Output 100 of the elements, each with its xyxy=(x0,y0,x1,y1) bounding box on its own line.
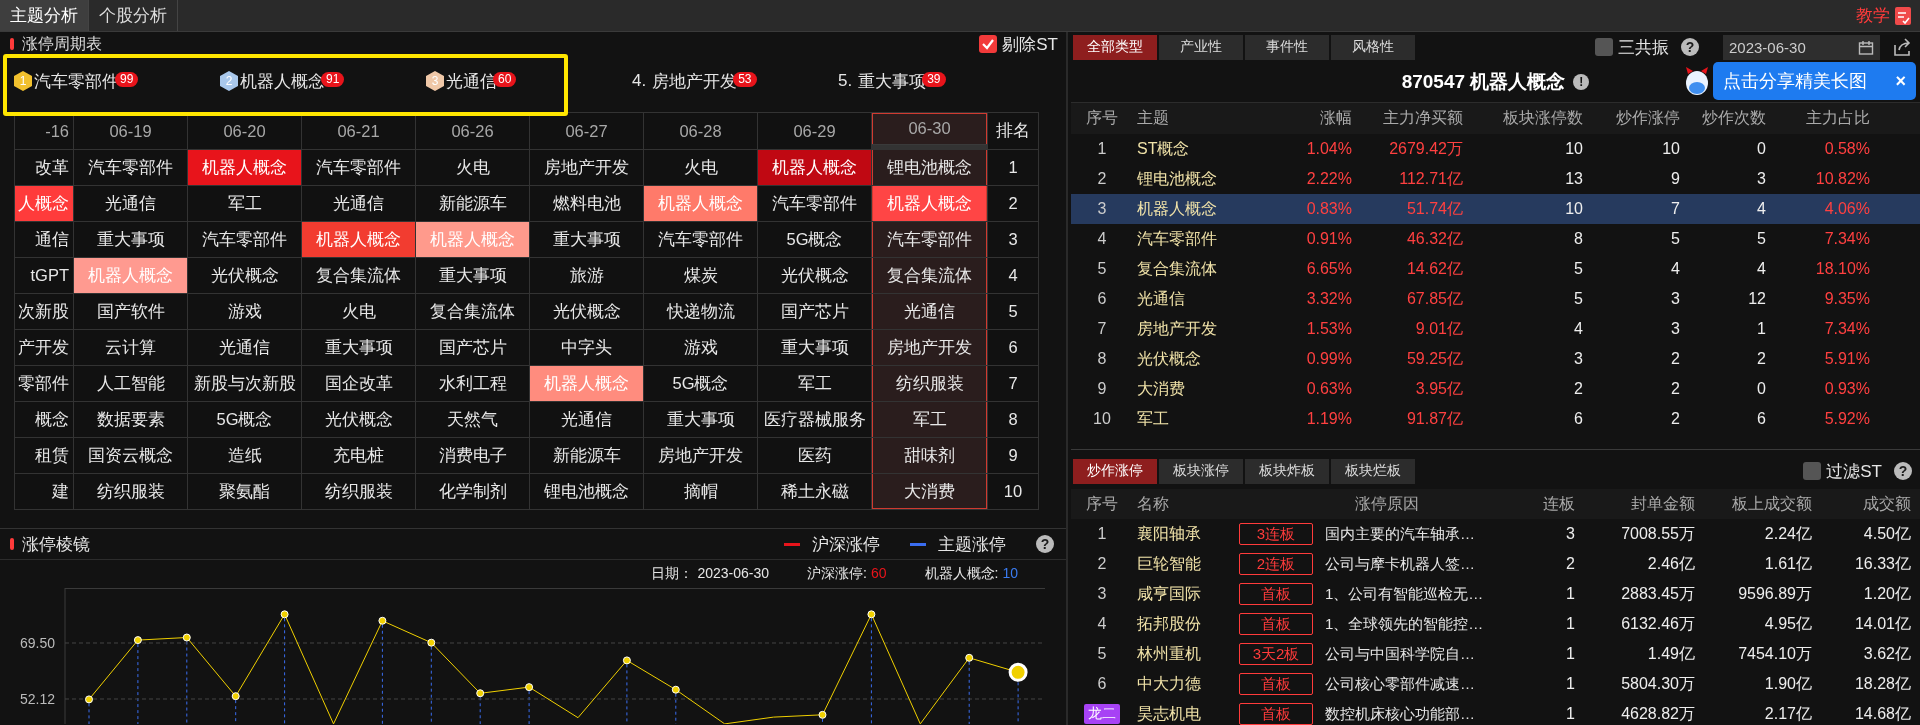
filter-tab[interactable]: 炒作涨停 xyxy=(1073,458,1157,484)
table-cell[interactable]: 光通信 xyxy=(74,186,187,221)
table-cell[interactable]: 大消费 xyxy=(872,474,987,509)
stock-name[interactable]: 中大力德 xyxy=(1133,673,1239,695)
filter-tab[interactable]: 事件性 xyxy=(1245,34,1329,60)
filter-tab[interactable]: 板块涨停 xyxy=(1159,458,1243,484)
reason-text[interactable]: 公司与中国科学院自… xyxy=(1325,644,1535,664)
table-cell[interactable]: 租赁 xyxy=(15,438,73,473)
column-header[interactable]: 名称 xyxy=(1133,493,1239,515)
table-cell[interactable]: 复合集流体 xyxy=(872,258,987,293)
table-cell[interactable]: 中字头 xyxy=(530,330,643,365)
table-cell[interactable]: 重大事项 xyxy=(530,222,643,257)
column-header[interactable]: 涨停原因 xyxy=(1239,493,1535,515)
table-cell[interactable]: 新能源车 xyxy=(416,186,529,221)
data-point[interactable] xyxy=(182,633,191,642)
column-header[interactable]: 炒作次数 xyxy=(1680,108,1766,129)
share-icon[interactable] xyxy=(1892,37,1912,57)
column-header[interactable]: 06-27 xyxy=(530,113,643,149)
table-cell[interactable]: 汽车零部件 xyxy=(644,222,757,257)
table-cell[interactable]: 化学制剂 xyxy=(416,474,529,509)
table-cell[interactable]: 国产芯片 xyxy=(758,294,871,329)
table-cell[interactable]: 汽车零部件 xyxy=(758,186,871,221)
data-point[interactable] xyxy=(133,636,142,645)
table-cell[interactable]: 新股与次新股 xyxy=(188,366,301,401)
stock-name[interactable]: 拓邦股份 xyxy=(1133,613,1239,635)
filter-tab[interactable]: 板块烂板 xyxy=(1331,458,1415,484)
table-cell[interactable]: 5G概念 xyxy=(644,366,757,401)
table-cell[interactable]: 甜味剂 xyxy=(872,438,987,473)
table-cell[interactable]: 摘帽 xyxy=(644,474,757,509)
table-cell[interactable]: 机器人概念 xyxy=(758,150,871,185)
table-cell[interactable]: 汽车零部件 xyxy=(188,222,301,257)
table-cell[interactable]: 国企改革 xyxy=(302,366,415,401)
column-header[interactable]: 06-30 xyxy=(872,113,987,145)
table-cell[interactable]: 造纸 xyxy=(188,438,301,473)
table-cell[interactable]: 医药 xyxy=(758,438,871,473)
reason-text[interactable]: 公司核心零部件减速… xyxy=(1325,674,1535,694)
teaching-link[interactable]: 教学 xyxy=(1856,4,1890,27)
table-cell[interactable]: 光伏概念 xyxy=(758,258,871,293)
stock-name[interactable]: 昊志机电 xyxy=(1133,703,1239,725)
reason-text[interactable]: 国内主要的汽车轴承… xyxy=(1325,524,1535,544)
table-cell[interactable]: 快递物流 xyxy=(644,294,757,329)
table-cell[interactable]: 重大事项 xyxy=(758,330,871,365)
column-header[interactable]: 主力净买额 xyxy=(1352,108,1463,129)
table-cell[interactable]: 光伏概念 xyxy=(530,294,643,329)
table-cell[interactable]: 聚氨酯 xyxy=(188,474,301,509)
table-cell[interactable]: 重大事项 xyxy=(74,222,187,257)
column-header[interactable]: 炒作涨停 xyxy=(1583,108,1680,129)
tab[interactable]: 个股分析 xyxy=(89,0,178,31)
stock-name[interactable]: 襄阳轴承 xyxy=(1133,523,1239,545)
table-cell[interactable]: 房地产开发 xyxy=(872,330,987,365)
close-button[interactable]: × xyxy=(1895,70,1906,92)
table-cell[interactable]: 重大事项 xyxy=(302,330,415,365)
table-cell[interactable]: 旅游 xyxy=(530,258,643,293)
table-cell[interactable]: 复合集流体 xyxy=(302,258,415,293)
tab[interactable]: 主题分析 xyxy=(0,0,89,31)
table-cell[interactable]: 5G概念 xyxy=(758,222,871,257)
table-cell[interactable]: 燃料电池 xyxy=(530,186,643,221)
help-icon[interactable]: ? xyxy=(1894,462,1912,480)
filter-tab[interactable]: 全部类型 xyxy=(1073,34,1157,60)
table-row[interactable]: 10 军工 1.19% 91.87亿 6 2 6 5.92% xyxy=(1071,404,1920,434)
table-row[interactable]: 3 机器人概念 0.83% 51.74亿 10 7 4 4.06% xyxy=(1071,194,1920,224)
table-row[interactable]: 2 锂电池概念 2.22% 112.71亿 13 9 3 10.82% xyxy=(1071,164,1920,194)
table-cell[interactable]: 国产软件 xyxy=(74,294,187,329)
date-field[interactable]: 2023-06-30 xyxy=(1723,34,1880,60)
table-cell[interactable]: 复合集流体 xyxy=(416,294,529,329)
table-cell[interactable]: 纺织服装 xyxy=(74,474,187,509)
table-cell[interactable]: 医疗器械服务 xyxy=(758,402,871,437)
column-header[interactable]: 成交额 xyxy=(1812,493,1911,515)
reason-text[interactable]: 公司与摩卡机器人签… xyxy=(1325,554,1535,574)
table-cell[interactable]: 房地产开发 xyxy=(644,438,757,473)
data-point[interactable] xyxy=(525,683,534,692)
info-icon[interactable]: ! xyxy=(1573,74,1590,90)
table-cell[interactable]: 次新股 xyxy=(15,294,73,329)
table-row[interactable]: 7 房地产开发 1.53% 9.01亿 4 3 1 7.34% xyxy=(1071,314,1920,344)
table-cell[interactable]: 充电桩 xyxy=(302,438,415,473)
checkbox[interactable] xyxy=(1595,38,1613,56)
data-point[interactable] xyxy=(965,653,974,662)
stock-name[interactable]: 巨轮智能 xyxy=(1133,553,1239,575)
column-header[interactable]: 板块涨停数 xyxy=(1463,108,1583,129)
column-header[interactable]: 序号 xyxy=(1071,493,1133,515)
checkbox[interactable] xyxy=(1803,462,1822,480)
table-cell[interactable]: 游戏 xyxy=(644,330,757,365)
data-point[interactable] xyxy=(622,656,631,665)
table-cell[interactable]: 新能源车 xyxy=(530,438,643,473)
table-cell[interactable]: 火电 xyxy=(416,150,529,185)
table-cell[interactable]: 军工 xyxy=(758,366,871,401)
table-cell[interactable]: 火电 xyxy=(644,150,757,185)
data-point[interactable] xyxy=(85,695,93,704)
table-cell[interactable]: 通信 xyxy=(15,222,73,257)
table-cell[interactable]: 机器人概念 xyxy=(188,150,301,185)
table-cell[interactable]: 锂电池概念 xyxy=(872,150,987,185)
help-icon[interactable]: ? xyxy=(1036,535,1054,553)
filter-tab[interactable]: 风格性 xyxy=(1331,34,1415,60)
document-icon[interactable] xyxy=(1894,5,1912,26)
help-icon[interactable]: ? xyxy=(1681,38,1699,56)
column-header[interactable]: 主力占比 xyxy=(1766,108,1870,129)
table-cell[interactable]: 军工 xyxy=(872,402,987,437)
checkbox[interactable] xyxy=(979,35,998,53)
table-cell[interactable]: 煤炭 xyxy=(644,258,757,293)
table-cell[interactable]: 光通信 xyxy=(188,330,301,365)
